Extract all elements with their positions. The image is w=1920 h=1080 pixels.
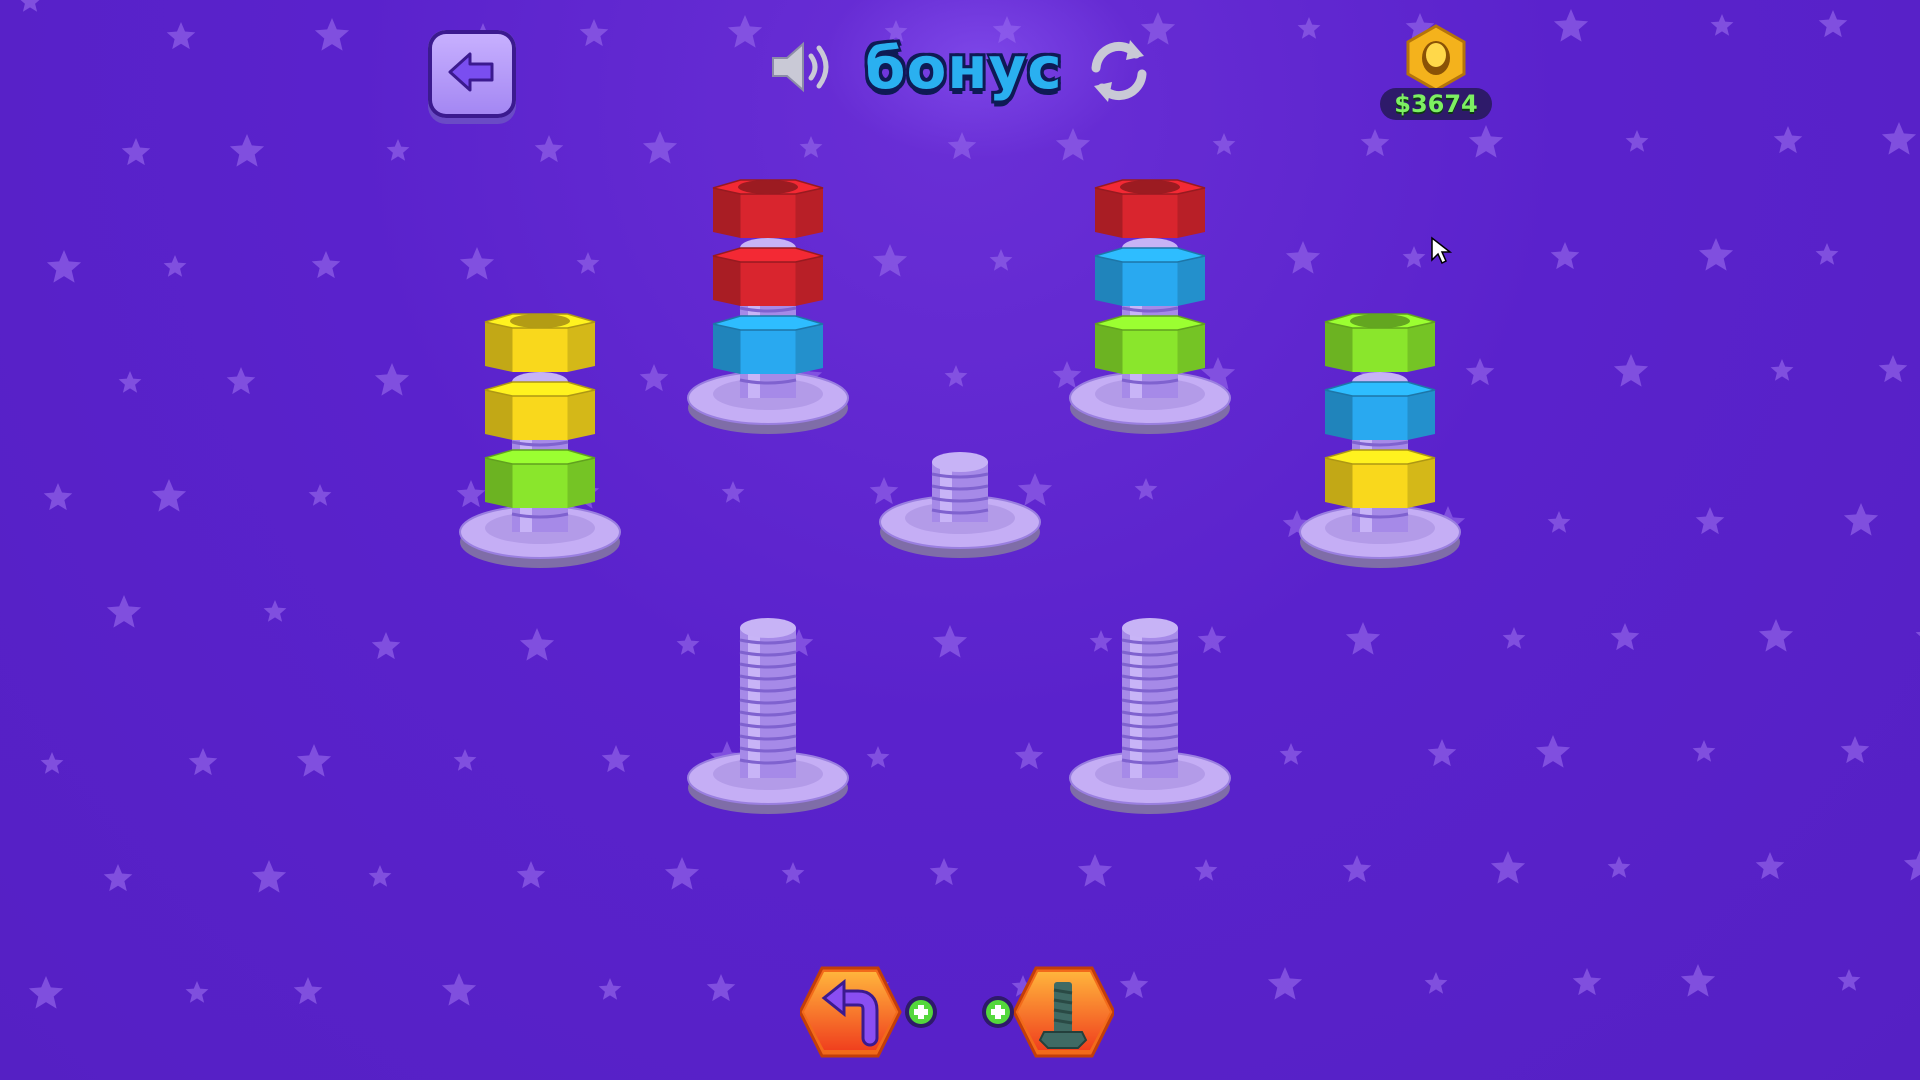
nut-face — [512, 396, 568, 440]
bolt-tip — [1122, 618, 1178, 638]
nut-face — [1407, 322, 1435, 372]
mouse-cursor-icon — [1431, 236, 1453, 265]
nut-face — [1352, 396, 1408, 440]
bolt-6[interactable] — [687, 618, 849, 814]
nut-face — [1407, 390, 1435, 440]
nut-face — [1352, 328, 1408, 372]
nut-face — [567, 458, 595, 508]
nut-face — [1352, 464, 1408, 508]
nut-green[interactable] — [1324, 313, 1436, 372]
game-board — [459, 179, 1461, 814]
nut-hole — [1350, 314, 1410, 328]
bolt-tip — [740, 618, 796, 638]
nut-blue[interactable] — [1094, 247, 1206, 306]
nut-yellow[interactable] — [1324, 449, 1436, 508]
nut-face — [485, 458, 513, 508]
nut-hole — [1120, 180, 1180, 194]
nut-green[interactable] — [1094, 315, 1206, 374]
nut-face — [485, 390, 513, 440]
nut-yellow[interactable] — [484, 313, 596, 372]
nut-face — [1122, 330, 1178, 374]
bolt-tip — [932, 452, 988, 472]
nut-face — [740, 262, 796, 306]
bolt-3[interactable] — [879, 452, 1041, 558]
nut-red[interactable] — [712, 247, 824, 306]
plus-icon — [905, 996, 937, 1028]
nut-face — [1177, 256, 1205, 306]
nut-face — [512, 464, 568, 508]
nut-top — [1094, 247, 1206, 263]
nut-face — [795, 324, 823, 374]
bolt-4[interactable] — [1069, 179, 1231, 434]
nut-face — [1325, 390, 1353, 440]
nut-face — [740, 330, 796, 374]
nut-face — [1325, 458, 1353, 508]
nut-top — [1324, 449, 1436, 465]
nut-face — [1122, 194, 1178, 238]
bolt-5[interactable] — [1299, 313, 1461, 568]
bolt-7[interactable] — [1069, 618, 1231, 814]
nut-top — [712, 315, 824, 331]
nut-face — [713, 324, 741, 374]
nut-face — [1407, 458, 1435, 508]
bolt-1[interactable] — [459, 313, 621, 568]
nut-face — [485, 322, 513, 372]
nut-hole — [738, 180, 798, 194]
nut-top — [1094, 315, 1206, 331]
nut-face — [567, 322, 595, 372]
nut-top — [712, 247, 824, 263]
nut-face — [512, 328, 568, 372]
nut-face — [1095, 256, 1123, 306]
nut-yellow[interactable] — [484, 381, 596, 440]
nut-face — [1177, 324, 1205, 374]
nut-top — [484, 381, 596, 397]
bolt-2[interactable] — [687, 179, 849, 434]
nut-face — [713, 256, 741, 306]
nut-face — [713, 188, 741, 238]
nut-red[interactable] — [1094, 179, 1206, 238]
nut-blue[interactable] — [1324, 381, 1436, 440]
nut-face — [567, 390, 595, 440]
nut-face — [1095, 324, 1123, 374]
nut-face — [1095, 188, 1123, 238]
nut-top — [484, 449, 596, 465]
nut-face — [795, 256, 823, 306]
nut-top — [1324, 381, 1436, 397]
nut-green[interactable] — [484, 449, 596, 508]
add-bolt-button[interactable] — [974, 960, 1114, 1065]
nut-red[interactable] — [712, 179, 824, 238]
nut-face — [1177, 188, 1205, 238]
nut-blue[interactable] — [712, 315, 824, 374]
nut-face — [740, 194, 796, 238]
nut-face — [1122, 262, 1178, 306]
plus-icon — [982, 996, 1014, 1028]
nut-hole — [510, 314, 570, 328]
nut-face — [1325, 322, 1353, 372]
undo-button[interactable] — [800, 960, 940, 1065]
nut-face — [795, 188, 823, 238]
